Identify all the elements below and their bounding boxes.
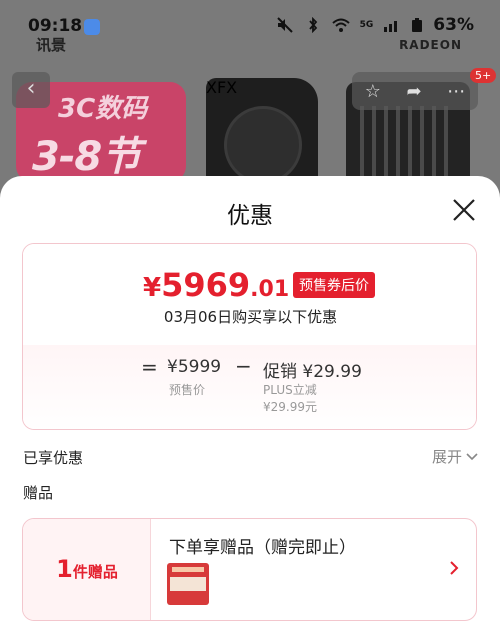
network-type: 5G [359,20,374,30]
chevron-left-icon: ‹ [26,76,36,101]
price-breakdown: = ¥5999 预售价 − 促销 ¥29.99 PLUS立减 ¥29.99元 [23,345,476,429]
message-badge: 5+ [470,68,497,83]
gift-count-panel: 1件赠品 [23,519,151,620]
promo-discount: 促销 ¥29.99 [263,362,362,382]
sheet-title: 优惠 [227,203,273,229]
final-price: ¥ 5969 .01 [143,266,289,304]
gpu-brand-text: XFX [206,78,238,97]
discount-sheet: 优惠 ¥ 5969 .01 预售券后价 03月06日购买享以下优惠 = ¥599… [0,176,500,638]
equals-sign: = [141,355,158,379]
enjoyed-discounts-label: 已享优惠 [23,449,84,467]
price-currency: ¥ [143,273,162,303]
expand-label: 展开 [431,448,462,466]
gift-count-unit: 件赠品 [72,563,118,581]
promo-banner-line1: 3C数码 [58,94,148,124]
promo-discount-type: PLUS立减 [263,383,317,397]
expand-button[interactable]: 展开 [432,446,478,467]
gift-count-number: 1 [56,555,73,583]
back-button[interactable]: ‹ [12,72,50,108]
gift-section-label: 赠品 [23,484,54,502]
purchase-date-note: 03月06日购买享以下优惠 [163,308,338,326]
presale-price-tag: 预售券后价 [293,272,375,298]
base-price-label: 预售价 [169,383,206,397]
battery-icon [412,18,423,32]
brand-logo-right: RADEON [399,38,462,52]
share-icon[interactable]: ➦ [407,81,422,102]
more-icon[interactable]: ⋯ [447,81,465,102]
wifi-icon [331,18,350,32]
chevron-down-icon [466,452,478,460]
gift-thumbnail [167,563,209,605]
minus-sign: − [235,354,252,378]
app-notification-icon [84,19,100,35]
battery-level: 63% [433,15,474,35]
price-decimal: .01 [250,277,290,302]
price-integer: 5969 [161,266,251,304]
brand-logo-left: 讯景 [36,36,67,54]
base-price: ¥5999 [167,357,222,377]
signal-icon [384,21,398,32]
gift-card[interactable]: 1件赠品 下单享赠品（赠完即止） [22,518,477,621]
gift-count: 1件赠品 [23,555,151,583]
product-actions: ☆ ➦ ⋯ [352,72,478,110]
mute-icon [276,17,293,33]
gift-title: 下单享赠品（赠完即止） [169,538,356,558]
star-icon[interactable]: ☆ [365,81,381,102]
price-card: ¥ 5969 .01 预售券后价 03月06日购买享以下优惠 = ¥5999 预… [22,243,477,430]
final-price-section: ¥ 5969 .01 预售券后价 03月06日购买享以下优惠 [23,244,476,345]
bluetooth-icon [308,17,317,33]
status-time: 09:18 [28,16,83,36]
close-icon[interactable] [448,194,480,226]
chevron-right-icon [450,561,459,575]
promo-banner-line2: 3-8节 [32,134,141,180]
promo-discount-amount: ¥29.99元 [263,400,317,414]
